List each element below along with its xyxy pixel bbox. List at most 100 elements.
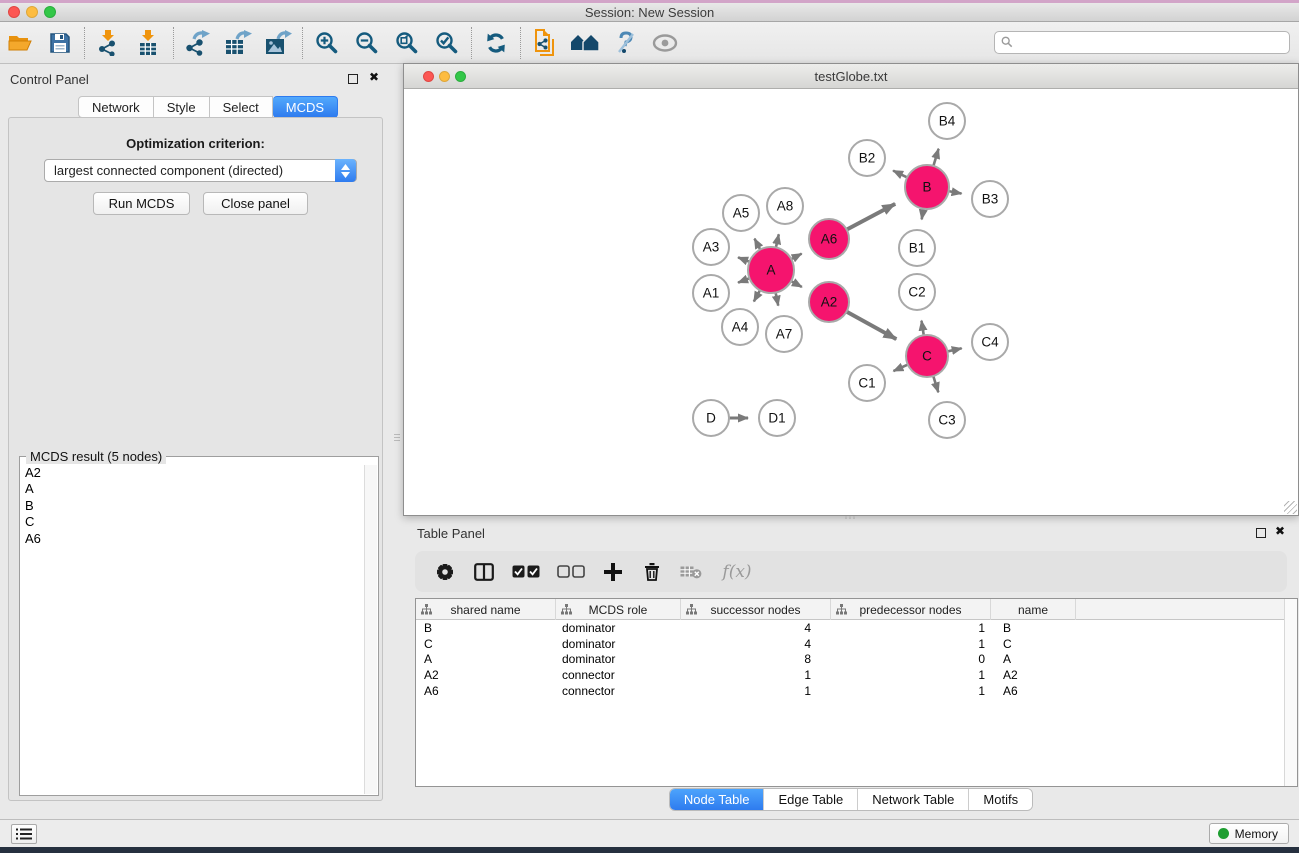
node-B1[interactable]: B1 bbox=[899, 230, 935, 266]
edge-A-A5[interactable] bbox=[755, 239, 761, 250]
edge-A2-C[interactable] bbox=[847, 312, 897, 339]
resize-grip-icon[interactable] bbox=[1284, 501, 1297, 514]
mcds-result-item[interactable]: A6 bbox=[21, 531, 364, 547]
column-header-predecessor-nodes[interactable]: predecessor nodes bbox=[831, 599, 991, 620]
edge-A-A1[interactable] bbox=[738, 278, 749, 282]
export-image-button[interactable] bbox=[258, 25, 298, 61]
table-row[interactable]: Bdominator41B bbox=[416, 620, 1284, 636]
column-view-button[interactable] bbox=[472, 559, 496, 585]
table-scrollbar[interactable] bbox=[1284, 599, 1297, 786]
close-panel-button[interactable]: Close panel bbox=[203, 192, 308, 215]
task-history-button[interactable] bbox=[11, 824, 37, 844]
node-A6[interactable]: A6 bbox=[809, 219, 849, 259]
export-table-button[interactable] bbox=[218, 25, 258, 61]
horizontal-splitter-grip[interactable] bbox=[845, 516, 855, 519]
edge-A-A6[interactable] bbox=[791, 254, 801, 260]
table-settings-button[interactable] bbox=[433, 559, 457, 585]
mcds-result-item[interactable]: A bbox=[21, 481, 364, 497]
mcds-result-item[interactable]: C bbox=[21, 514, 364, 530]
criterion-select[interactable]: largest connected component (directed) bbox=[44, 159, 357, 182]
edge-A-A4[interactable] bbox=[754, 290, 760, 301]
home-button[interactable] bbox=[565, 25, 605, 61]
column-header-shared-name[interactable]: shared name bbox=[416, 599, 556, 620]
node-A4[interactable]: A4 bbox=[722, 309, 758, 345]
node-C3[interactable]: C3 bbox=[929, 402, 965, 438]
network-window-titlebar[interactable]: testGlobe.txt bbox=[404, 64, 1298, 89]
edge-C-C4[interactable] bbox=[947, 348, 961, 351]
mcds-result-item[interactable]: B bbox=[21, 498, 364, 514]
node-B3[interactable]: B3 bbox=[972, 181, 1008, 217]
help-button[interactable] bbox=[605, 25, 645, 61]
node-B4[interactable]: B4 bbox=[929, 103, 965, 139]
edge-C-C3[interactable] bbox=[933, 376, 938, 392]
refresh-button[interactable] bbox=[476, 25, 516, 61]
zoom-out-button[interactable] bbox=[347, 25, 387, 61]
tab-motifs[interactable]: Motifs bbox=[968, 789, 1032, 810]
network-canvas[interactable]: B4B2BB3B1A6A5A8A3AA1A2C2A4A7CC4C1C3DD1 bbox=[404, 89, 1298, 515]
tab-select[interactable]: Select bbox=[210, 96, 273, 118]
float-table-panel-icon[interactable] bbox=[1256, 528, 1266, 538]
mcds-result-scrollbar[interactable] bbox=[364, 465, 377, 794]
tab-mcds[interactable]: MCDS bbox=[273, 96, 338, 118]
close-table-panel-icon[interactable]: ✖ bbox=[1275, 524, 1285, 538]
deselect-all-button[interactable] bbox=[556, 559, 586, 585]
tab-edge-table[interactable]: Edge Table bbox=[763, 789, 857, 810]
node-D[interactable]: D bbox=[693, 400, 729, 436]
save-session-button[interactable] bbox=[40, 25, 80, 61]
column-header-successor-nodes[interactable]: successor nodes bbox=[681, 599, 831, 620]
node-A3[interactable]: A3 bbox=[693, 229, 729, 265]
table-row[interactable]: Adominator80A bbox=[416, 651, 1284, 667]
open-session-button[interactable] bbox=[0, 25, 40, 61]
float-panel-icon[interactable] bbox=[348, 74, 358, 84]
delete-column-button[interactable] bbox=[640, 559, 664, 585]
tab-network[interactable]: Network bbox=[78, 96, 154, 118]
vertical-splitter-grip[interactable] bbox=[394, 434, 400, 442]
table-body[interactable]: Bdominator41BCdominator41CAdominator80AA… bbox=[416, 620, 1284, 786]
edge-A-A3[interactable] bbox=[738, 257, 749, 261]
import-network-button[interactable] bbox=[89, 25, 129, 61]
add-column-button[interactable] bbox=[601, 559, 625, 585]
edge-C-C1[interactable] bbox=[893, 365, 907, 371]
edge-A6-B[interactable] bbox=[847, 204, 896, 230]
import-table-button[interactable] bbox=[129, 25, 169, 61]
edge-B-B2[interactable] bbox=[893, 171, 907, 178]
zoom-in-button[interactable] bbox=[307, 25, 347, 61]
node-C[interactable]: C bbox=[906, 335, 948, 377]
node-D1[interactable]: D1 bbox=[759, 400, 795, 436]
tab-node-table[interactable]: Node Table bbox=[670, 789, 764, 810]
node-C4[interactable]: C4 bbox=[972, 324, 1008, 360]
node-A8[interactable]: A8 bbox=[767, 188, 803, 224]
export-network-button[interactable] bbox=[178, 25, 218, 61]
tab-network-table[interactable]: Network Table bbox=[857, 789, 968, 810]
tab-style[interactable]: Style bbox=[154, 96, 210, 118]
node-A2[interactable]: A2 bbox=[809, 282, 849, 322]
search-input[interactable] bbox=[994, 31, 1290, 54]
node-C2[interactable]: C2 bbox=[899, 274, 935, 310]
node-A1[interactable]: A1 bbox=[693, 275, 729, 311]
clone-network-button[interactable] bbox=[525, 25, 565, 61]
zoom-selected-button[interactable] bbox=[427, 25, 467, 61]
edge-A-A2[interactable] bbox=[791, 281, 802, 287]
node-B[interactable]: B bbox=[905, 165, 949, 209]
node-A7[interactable]: A7 bbox=[766, 316, 802, 352]
network-graph[interactable]: B4B2BB3B1A6A5A8A3AA1A2C2A4A7CC4C1C3DD1 bbox=[404, 89, 1298, 515]
mcds-result-item[interactable]: A2 bbox=[21, 465, 364, 481]
delete-table-button[interactable] bbox=[679, 559, 703, 585]
function-builder-button[interactable]: f(x) bbox=[718, 559, 756, 585]
close-panel-icon[interactable]: ✖ bbox=[369, 70, 379, 84]
edge-A-A7[interactable] bbox=[776, 293, 779, 306]
node-A[interactable]: A bbox=[748, 247, 794, 293]
table-row[interactable]: A6connector11A6 bbox=[416, 683, 1284, 699]
column-header-MCDS-role[interactable]: MCDS role bbox=[556, 599, 681, 620]
edge-A-A8[interactable] bbox=[776, 234, 779, 247]
edge-B-B4[interactable] bbox=[933, 149, 938, 166]
memory-button[interactable]: Memory bbox=[1209, 823, 1289, 844]
edge-B-B1[interactable] bbox=[922, 209, 924, 220]
table-row[interactable]: A2connector11A2 bbox=[416, 667, 1284, 683]
table-row[interactable]: Cdominator41C bbox=[416, 636, 1284, 652]
column-header-name[interactable]: name bbox=[991, 599, 1076, 620]
edge-B-B3[interactable] bbox=[949, 191, 962, 193]
node-A5[interactable]: A5 bbox=[723, 195, 759, 231]
show-hide-button[interactable] bbox=[645, 25, 685, 61]
select-all-button[interactable] bbox=[511, 559, 541, 585]
